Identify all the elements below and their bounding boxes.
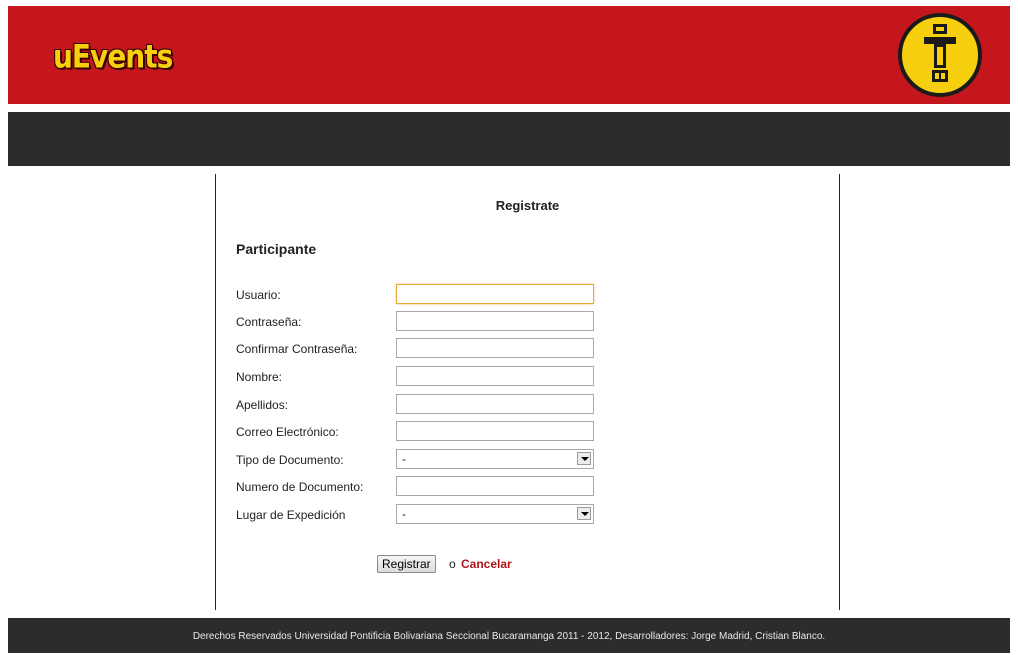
- tipo-documento-select[interactable]: -: [396, 449, 594, 469]
- content-right-border: [839, 174, 840, 610]
- field-row-lugar-expedicion: Lugar de Expedición -: [236, 504, 636, 526]
- confirmar-contrasena-label: Confirmar Contraseña:: [236, 342, 358, 356]
- field-row-tipo-documento: Tipo de Documento: -: [236, 449, 636, 471]
- usuario-label: Usuario:: [236, 288, 281, 302]
- field-row-apellidos: Apellidos:: [236, 394, 636, 416]
- field-row-confirmar-contrasena: Confirmar Contraseña:: [236, 338, 636, 360]
- field-row-contrasena: Contraseña:: [236, 311, 636, 333]
- correo-input[interactable]: [396, 421, 594, 441]
- header: uEvents: [8, 6, 1010, 104]
- apellidos-input[interactable]: [396, 394, 594, 414]
- nombre-label: Nombre:: [236, 370, 283, 384]
- navigation-bar: [8, 112, 1010, 166]
- chevron-down-icon[interactable]: [577, 452, 591, 465]
- correo-label: Correo Electrónico:: [236, 425, 339, 439]
- section-title: Participante: [236, 241, 317, 257]
- numero-documento-label: Numero de Documento:: [236, 480, 364, 494]
- field-row-numero-documento: Numero de Documento:: [236, 476, 636, 498]
- app-logo[interactable]: uEvents: [53, 38, 173, 76]
- footer-text: Derechos Reservados Universidad Pontific…: [192, 631, 826, 642]
- or-text: o: [449, 557, 456, 571]
- registration-form: Registrate Participante Usuario: Contras…: [216, 174, 839, 610]
- contrasena-input[interactable]: [396, 311, 594, 331]
- footer: Derechos Reservados Universidad Pontific…: [8, 618, 1010, 653]
- registrar-button[interactable]: Registrar: [377, 555, 436, 573]
- field-row-correo: Correo Electrónico:: [236, 421, 636, 443]
- form-title: Registrate: [495, 198, 560, 213]
- usuario-input[interactable]: [396, 284, 594, 304]
- field-row-usuario: Usuario:: [236, 284, 636, 306]
- lugar-expedicion-label: Lugar de Expedición: [236, 508, 346, 522]
- cancel-link[interactable]: Cancelar: [461, 557, 512, 571]
- lugar-expedicion-select[interactable]: -: [396, 504, 594, 524]
- university-emblem-icon: [898, 13, 982, 97]
- tipo-documento-label: Tipo de Documento:: [236, 453, 344, 467]
- field-row-nombre: Nombre:: [236, 366, 636, 388]
- tipo-documento-value: -: [402, 452, 406, 466]
- apellidos-label: Apellidos:: [236, 398, 289, 412]
- lugar-expedicion-value: -: [402, 507, 406, 521]
- chevron-down-icon[interactable]: [577, 507, 591, 520]
- nombre-input[interactable]: [396, 366, 594, 386]
- numero-documento-input[interactable]: [396, 476, 594, 496]
- contrasena-label: Contraseña:: [236, 315, 302, 329]
- confirmar-contrasena-input[interactable]: [396, 338, 594, 358]
